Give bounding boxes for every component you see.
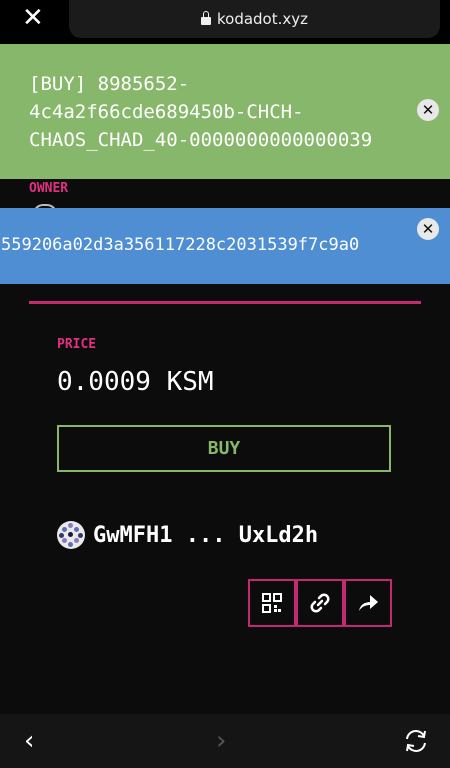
hash-notification-text: 559206a02d3a356117228c2031539f7c9a0 bbox=[1, 235, 360, 255]
address-bar[interactable]: kodadot.xyz bbox=[69, 0, 440, 38]
close-notification-button[interactable]: ✕ bbox=[417, 99, 439, 121]
close-icon: ✕ bbox=[421, 101, 435, 119]
identicon-avatar bbox=[57, 521, 85, 549]
buy-button[interactable]: BUY bbox=[57, 425, 391, 472]
buy-notification: [BUY] 8985652-4c4a2f66cde689450b-CHCH-CH… bbox=[0, 44, 450, 179]
back-icon[interactable]: ‹ bbox=[24, 728, 34, 754]
share-icon bbox=[359, 595, 378, 611]
close-notification-button[interactable]: ✕ bbox=[417, 218, 439, 240]
hash-notification: 559206a02d3a356117228c2031539f7c9a0 ✕ bbox=[0, 208, 450, 284]
reload-icon[interactable] bbox=[402, 727, 430, 755]
browser-bottom-bar: ‹ › bbox=[0, 714, 450, 768]
close-icon: ✕ bbox=[421, 220, 435, 238]
action-button-group bbox=[248, 579, 392, 627]
owner-section-label: OWNER bbox=[29, 181, 69, 196]
copy-link-button[interactable] bbox=[296, 579, 344, 627]
qr-code-button[interactable] bbox=[248, 579, 296, 627]
buy-notification-text: [BUY] 8985652-4c4a2f66cde689450b-CHCH-CH… bbox=[29, 73, 373, 151]
qr-code-icon bbox=[262, 593, 282, 613]
price-label: PRICE bbox=[57, 337, 97, 352]
price-value: 0.0009 KSM bbox=[57, 367, 214, 397]
browser-top-bar: ✕ kodadot.xyz bbox=[0, 0, 450, 44]
owner-row[interactable]: GwMFH1 ... UxLd2h bbox=[57, 520, 318, 550]
forward-icon[interactable]: › bbox=[216, 728, 226, 754]
link-icon bbox=[310, 593, 330, 613]
share-button[interactable] bbox=[344, 579, 392, 627]
section-divider bbox=[29, 301, 421, 304]
lock-icon bbox=[200, 11, 211, 25]
url-text: kodadot.xyz bbox=[216, 10, 309, 28]
owner-address: GwMFH1 ... UxLd2h bbox=[93, 522, 319, 548]
close-icon[interactable]: ✕ bbox=[22, 5, 46, 31]
